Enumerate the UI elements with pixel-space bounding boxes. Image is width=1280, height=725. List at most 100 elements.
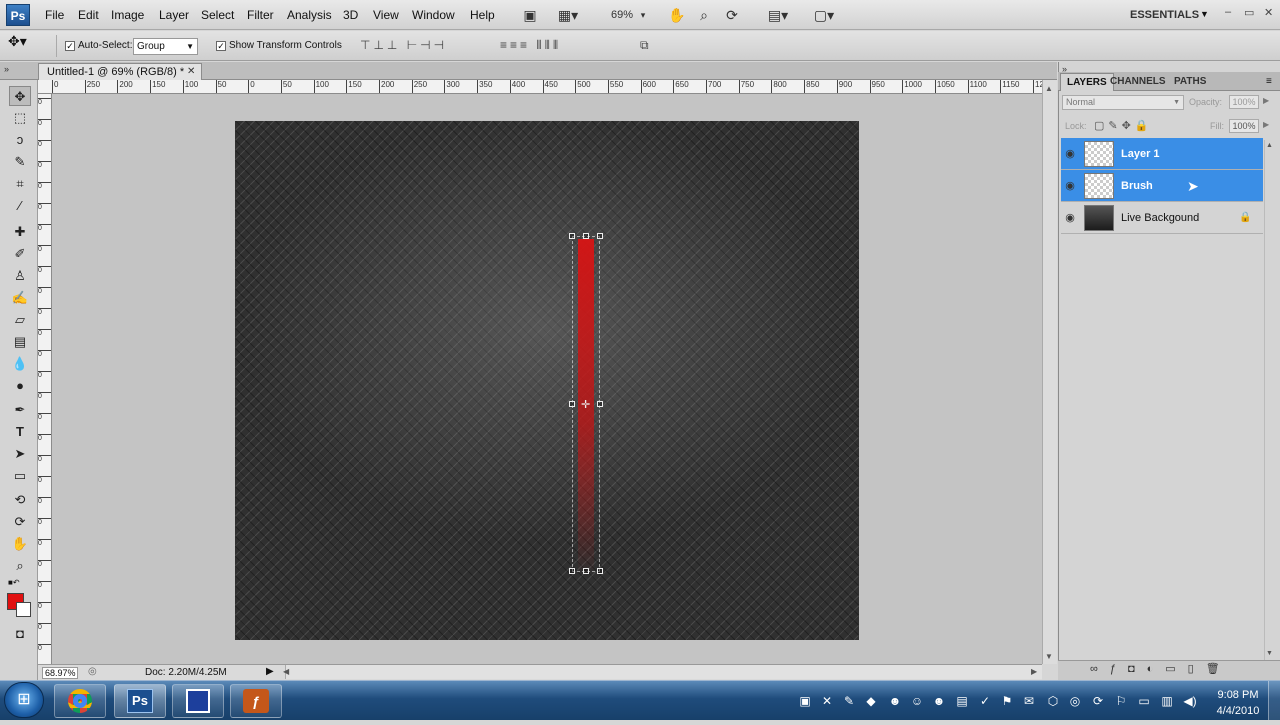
show-desktop-button[interactable] — [1268, 681, 1280, 720]
close-tab-icon[interactable]: ✕ — [187, 66, 195, 77]
status-menu-arrow-icon[interactable]: ▶ — [266, 666, 274, 677]
move-tool-preset-icon[interactable]: ✥▾ — [8, 33, 27, 50]
tray-icon[interactable]: ⚑ — [1000, 694, 1014, 708]
scroll-down-icon[interactable]: ▼ — [1266, 650, 1273, 657]
menu-layer[interactable]: Layer — [159, 8, 189, 22]
bridge-icon[interactable]: ▣ — [520, 6, 540, 24]
volume-icon[interactable]: ◀) — [1183, 694, 1197, 708]
chrome-taskbar-button[interactable] — [54, 684, 106, 718]
menu-analysis[interactable]: Analysis — [287, 8, 332, 22]
photoshop-taskbar-button[interactable]: Ps — [114, 684, 166, 718]
show-transform-checkbox[interactable]: ✓ — [216, 41, 226, 51]
workspace-switcher[interactable]: ESSENTIALS — [1130, 9, 1199, 21]
close-button[interactable]: ✕ — [1264, 6, 1273, 19]
hand-tool-icon[interactable]: ✋ — [667, 6, 687, 24]
path-select-tool-icon[interactable]: ➤ — [9, 444, 31, 464]
layers-scrollbar[interactable] — [1264, 140, 1276, 660]
workspace-chevron-icon[interactable]: ▼ — [1200, 9, 1209, 19]
menu-3d[interactable]: 3D — [343, 8, 358, 22]
tray-icon[interactable]: ▣ — [798, 694, 812, 708]
blur-tool-icon[interactable]: 💧 — [9, 354, 31, 374]
tray-icon[interactable]: ✉ — [1022, 694, 1036, 708]
3d-orbit-tool-icon[interactable]: ⟳ — [9, 512, 31, 532]
zoom-tool-icon[interactable]: ⌕ — [694, 6, 714, 24]
visibility-eye-icon[interactable]: ◉ — [1061, 138, 1079, 170]
chevron-down-icon[interactable]: ▾ — [638, 6, 648, 24]
opacity-arrow-icon[interactable]: ▶ — [1263, 96, 1269, 105]
menu-image[interactable]: Image — [111, 8, 144, 22]
lock-buttons[interactable]: ▢✎✥🔒 — [1094, 119, 1153, 132]
zoom-tool-icon[interactable]: ⌕ — [9, 556, 31, 576]
tray-icon[interactable]: ◆ — [864, 694, 878, 708]
tray-icon[interactable]: ✕ — [820, 694, 834, 708]
quick-select-tool-icon[interactable]: ✎ — [9, 152, 31, 172]
vertical-scrollbar[interactable] — [1042, 80, 1057, 664]
tray-icon[interactable]: ☺ — [910, 694, 924, 708]
collapse-toolbox-icon[interactable]: » — [4, 64, 9, 74]
transform-handle[interactable] — [597, 401, 603, 407]
menu-filter[interactable]: Filter — [247, 8, 274, 22]
transform-handle[interactable] — [583, 568, 589, 574]
tray-icon[interactable]: ⟳ — [1091, 694, 1105, 708]
rotate-view-icon[interactable]: ⟳ — [722, 6, 742, 24]
eyedropper-tool-icon[interactable]: ⁄ — [9, 196, 31, 216]
zoom-level-select[interactable]: 69% — [602, 6, 642, 24]
layer-name[interactable]: Live Backgound — [1121, 202, 1199, 234]
auto-select-checkbox[interactable]: ✓ — [65, 41, 75, 51]
display-icon[interactable]: ▭ — [1137, 694, 1151, 708]
transform-handle[interactable] — [583, 233, 589, 239]
crop-tool-icon[interactable]: ⌗ — [9, 174, 31, 194]
3d-rotate-tool-icon[interactable]: ⟲ — [9, 490, 31, 510]
menu-help[interactable]: Help — [470, 8, 495, 22]
tab-channels[interactable]: CHANNELS — [1104, 73, 1172, 91]
auto-select-dropdown[interactable]: Group ▼ — [133, 38, 198, 55]
menu-view[interactable]: View — [373, 8, 399, 22]
tab-paths[interactable]: PATHS — [1168, 73, 1212, 91]
transform-handle[interactable] — [569, 233, 575, 239]
blend-mode-select[interactable]: Normal ▼ — [1062, 95, 1184, 110]
lasso-tool-icon[interactable]: ↄ — [9, 130, 31, 150]
tray-icon[interactable]: ✓ — [978, 694, 992, 708]
network-icon[interactable]: ▥ — [1160, 694, 1174, 708]
default-colors-icon[interactable]: ■↶ — [8, 578, 20, 587]
tray-icon[interactable]: ◎ — [1068, 694, 1082, 708]
taskbar-time[interactable]: 9:08 PM — [1213, 689, 1263, 701]
document-canvas[interactable]: ✛ — [235, 121, 859, 640]
fill-arrow-icon[interactable]: ▶ — [1263, 120, 1269, 129]
align-buttons[interactable]: ⊤⊥⊥ ⊢⊣⊣ — [360, 38, 447, 52]
healing-brush-tool-icon[interactable]: ✚ — [9, 222, 31, 242]
flash-taskbar-button[interactable]: ƒ — [230, 684, 282, 718]
taskbar-date[interactable]: 4/4/2010 — [1213, 705, 1263, 717]
scroll-left-icon[interactable]: ◀ — [283, 667, 289, 676]
scroll-up-icon[interactable]: ▲ — [1266, 142, 1273, 149]
brush-tool-icon[interactable]: ✐ — [9, 244, 31, 264]
transform-handle[interactable] — [569, 401, 575, 407]
restore-button[interactable]: ▭ — [1244, 6, 1254, 19]
minimize-button[interactable]: – — [1225, 6, 1231, 18]
transform-center-icon[interactable]: ✛ — [581, 398, 590, 411]
distribute-buttons[interactable]: ≡≡≡ ⦀⦀⦀ — [500, 38, 561, 53]
clone-stamp-tool-icon[interactable]: ♙ — [9, 266, 31, 286]
start-button[interactable]: ⊞ — [4, 682, 44, 718]
scroll-right-icon[interactable]: ▶ — [1031, 667, 1037, 676]
menu-file[interactable]: File — [45, 8, 64, 22]
status-info-icon[interactable]: ◎ — [88, 666, 97, 677]
marquee-tool-icon[interactable]: ⬚ — [9, 108, 31, 128]
transform-handle[interactable] — [569, 568, 575, 574]
view-extras-icon[interactable]: ▦▾ — [553, 6, 583, 24]
transform-handle[interactable] — [597, 568, 603, 574]
hand-tool-icon[interactable]: ✋ — [9, 534, 31, 554]
type-tool-icon[interactable]: T — [9, 422, 31, 442]
transform-handle[interactable] — [597, 233, 603, 239]
panel-menu-icon[interactable]: ≡ — [1266, 76, 1272, 87]
menu-select[interactable]: Select — [201, 8, 234, 22]
tray-icon[interactable]: ☻ — [888, 694, 902, 708]
history-brush-tool-icon[interactable]: ✍ — [9, 288, 31, 308]
menu-window[interactable]: Window — [412, 8, 455, 22]
visibility-eye-icon[interactable]: ◉ — [1061, 202, 1079, 234]
pen-tool-icon[interactable]: ✒ — [9, 400, 31, 420]
tray-icon[interactable]: ▤ — [955, 694, 969, 708]
auto-align-icon[interactable]: ⧉ — [640, 38, 649, 53]
scroll-up-icon[interactable]: ▲ — [1045, 84, 1053, 93]
app-taskbar-button[interactable] — [172, 684, 224, 718]
